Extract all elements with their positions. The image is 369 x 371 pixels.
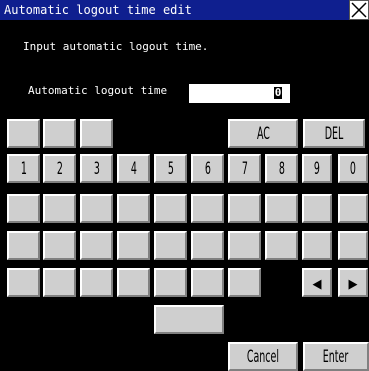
digit-key-2[interactable]: 2	[43, 154, 76, 183]
blank-key[interactable]	[265, 231, 298, 260]
digit-label: 2	[56, 159, 63, 179]
blank-key[interactable]	[265, 194, 298, 223]
cancel-button-label: Cancel	[246, 347, 280, 367]
blank-key[interactable]	[338, 231, 368, 260]
instruction-text: Input automatic logout time.	[23, 40, 209, 53]
blank-key[interactable]	[80, 268, 113, 297]
cursor-right-button[interactable]: ▶	[338, 268, 368, 297]
enter-button-label: Enter	[323, 347, 349, 367]
blank-key[interactable]	[43, 194, 76, 223]
digit-key-8[interactable]: 8	[265, 154, 298, 183]
digit-key-0[interactable]: 0	[338, 154, 368, 183]
right-arrow-icon: ▶	[348, 277, 358, 292]
blank-key[interactable]	[302, 194, 332, 223]
digit-label: 5	[167, 159, 174, 179]
logout-time-label: Automatic logout time	[28, 84, 168, 97]
digit-label: 4	[130, 159, 137, 179]
blank-key[interactable]	[191, 194, 224, 223]
blank-key[interactable]	[117, 194, 150, 223]
ac-key[interactable]: AC	[228, 119, 298, 148]
digit-key-3[interactable]: 3	[80, 154, 113, 183]
blank-key[interactable]	[302, 231, 332, 260]
digit-key-6[interactable]: 6	[191, 154, 224, 183]
logout-time-dialog: Automatic logout time edit Input automat…	[0, 0, 369, 371]
blank-key[interactable]	[43, 231, 76, 260]
digit-label: 3	[93, 159, 100, 179]
blank-key[interactable]	[43, 119, 76, 148]
digit-key-9[interactable]: 9	[302, 154, 332, 183]
logout-time-field[interactable]: 0	[189, 84, 290, 103]
left-arrow-icon: ◀	[312, 277, 322, 292]
blank-key[interactable]	[117, 268, 150, 297]
blank-key[interactable]	[228, 194, 261, 223]
blank-key[interactable]	[80, 119, 113, 148]
blank-key[interactable]	[154, 305, 224, 334]
blank-key[interactable]	[80, 194, 113, 223]
blank-key[interactable]	[117, 231, 150, 260]
blank-key[interactable]	[80, 231, 113, 260]
digit-key-1[interactable]: 1	[7, 154, 40, 183]
blank-key[interactable]	[7, 231, 40, 260]
close-button[interactable]	[349, 0, 369, 20]
title-bar: Automatic logout time edit	[0, 0, 369, 20]
digit-key-5[interactable]: 5	[154, 154, 187, 183]
blank-key[interactable]	[228, 231, 261, 260]
digit-label: 6	[204, 159, 211, 179]
blank-key[interactable]	[191, 268, 224, 297]
enter-button[interactable]: Enter	[303, 342, 369, 371]
blank-key[interactable]	[228, 268, 261, 297]
digit-key-7[interactable]: 7	[228, 154, 261, 183]
blank-key[interactable]	[7, 194, 40, 223]
close-x-icon	[351, 2, 367, 18]
blank-key[interactable]	[154, 194, 187, 223]
del-key-label: DEL	[324, 124, 344, 144]
digit-label: 0	[349, 159, 357, 179]
blank-key[interactable]	[7, 119, 40, 148]
ac-key-label: AC	[256, 124, 270, 144]
digit-label: 8	[278, 159, 285, 179]
digit-key-4[interactable]: 4	[117, 154, 150, 183]
cursor-left-button[interactable]: ◀	[302, 268, 332, 297]
blank-key[interactable]	[338, 194, 368, 223]
digit-label: 1	[20, 159, 27, 179]
blank-key[interactable]	[154, 231, 187, 260]
digit-label: 9	[313, 159, 321, 179]
blank-key[interactable]	[7, 268, 40, 297]
window-title: Automatic logout time edit	[4, 3, 192, 17]
logout-time-value: 0	[274, 86, 282, 99]
blank-key[interactable]	[191, 231, 224, 260]
del-key[interactable]: DEL	[303, 119, 365, 148]
blank-key[interactable]	[43, 268, 76, 297]
cancel-button[interactable]: Cancel	[228, 342, 298, 371]
digit-label: 7	[241, 159, 248, 179]
blank-key[interactable]	[154, 268, 187, 297]
